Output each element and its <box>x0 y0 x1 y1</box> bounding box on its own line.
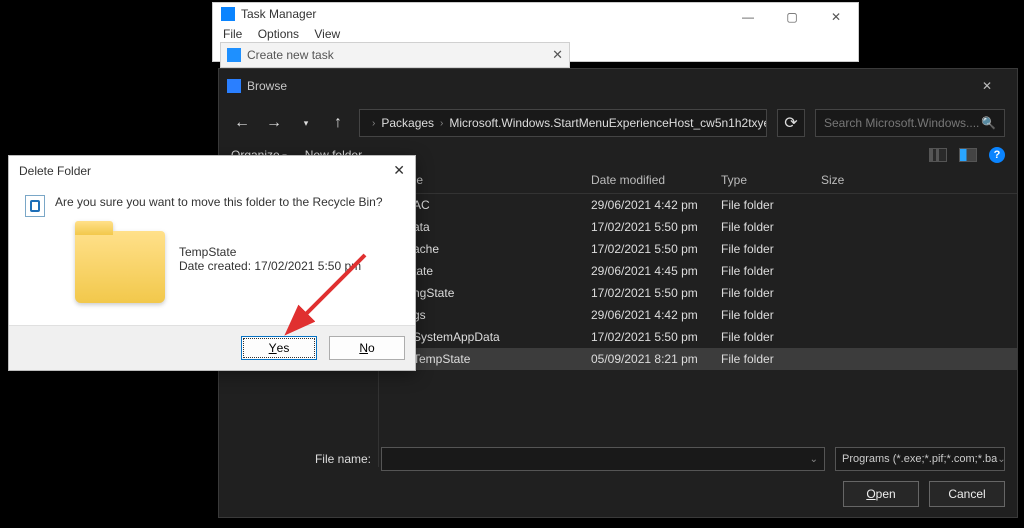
menu-view[interactable]: View <box>314 27 340 41</box>
task-manager-icon <box>221 7 235 21</box>
filename-label: File name: <box>231 452 371 466</box>
run-icon <box>227 48 241 62</box>
file-row[interactable]: tate 29/06/2021 4:45 pm File folder <box>379 260 1017 282</box>
preview-pane-button[interactable] <box>959 148 977 162</box>
recent-button[interactable]: ▾ <box>295 112 317 134</box>
open-button[interactable]: Open <box>843 481 919 507</box>
file-type-filter[interactable]: Programs (*.exe;*.pif;*.com;*.ba⌄ <box>835 447 1005 471</box>
breadcrumb-current[interactable]: Microsoft.Windows.StartMenuExperienceHos… <box>449 116 767 130</box>
create-new-task-window: Create new task ✕ <box>220 42 570 68</box>
menu-file[interactable]: File <box>223 27 242 41</box>
file-row[interactable]: gs 29/06/2021 4:42 pm File folder <box>379 304 1017 326</box>
no-button[interactable]: No <box>329 336 405 360</box>
file-date: 05/09/2021 8:21 pm <box>591 352 721 366</box>
file-name: tate <box>413 264 433 278</box>
file-date: 29/06/2021 4:42 pm <box>591 308 721 322</box>
cancel-button[interactable]: Cancel <box>929 481 1005 507</box>
chevron-right-icon: › <box>440 118 443 129</box>
col-type[interactable]: Type <box>721 173 821 187</box>
file-type: File folder <box>721 308 821 322</box>
search-input[interactable]: Search Microsoft.Windows.... 🔍 <box>815 109 1005 137</box>
column-headers: Name Date modified Type Size <box>379 167 1017 194</box>
browse-icon <box>227 79 241 93</box>
browse-title: Browse <box>247 79 287 93</box>
dialog-title: Delete Folder <box>19 164 91 178</box>
file-date: 17/02/2021 5:50 pm <box>591 220 721 234</box>
file-row[interactable]: SystemAppData 17/02/2021 5:50 pm File fo… <box>379 326 1017 348</box>
up-button[interactable]: ↑ <box>327 112 349 134</box>
file-type: File folder <box>721 242 821 256</box>
back-button[interactable]: ← <box>231 112 253 134</box>
close-button[interactable]: ✕ <box>814 3 858 31</box>
minimize-button[interactable]: — <box>726 3 770 31</box>
file-type: File folder <box>721 198 821 212</box>
filter-text: Programs (*.exe;*.pif;*.com;*.ba <box>842 453 997 465</box>
close-icon[interactable]: ✕ <box>552 47 563 63</box>
menu-options[interactable]: Options <box>258 27 299 41</box>
filename-input[interactable]: ⌄ <box>381 447 825 471</box>
address-bar[interactable]: › Packages › Microsoft.Windows.StartMenu… <box>359 109 767 137</box>
file-type: File folder <box>721 330 821 344</box>
maximize-button[interactable]: ▢ <box>770 3 814 31</box>
delete-folder-dialog: Delete Folder ✕ Are you sure you want to… <box>8 155 416 371</box>
forward-button[interactable]: → <box>263 112 285 134</box>
file-name: ngState <box>413 286 454 300</box>
dialog-question: Are you sure you want to move this folde… <box>55 195 383 209</box>
chevron-right-icon: › <box>372 118 375 129</box>
file-date: 29/06/2021 4:42 pm <box>591 198 721 212</box>
dialog-date-created: Date created: 17/02/2021 5:50 pm <box>179 259 361 273</box>
dialog-close-button[interactable]: ✕ <box>393 162 405 179</box>
file-type: File folder <box>721 220 821 234</box>
file-type: File folder <box>721 352 821 366</box>
file-row[interactable]: ache 17/02/2021 5:50 pm File folder <box>379 238 1017 260</box>
file-date: 17/02/2021 5:50 pm <box>591 330 721 344</box>
folder-large-icon <box>75 231 165 303</box>
file-list: Name Date modified Type Size AC 29/06/20… <box>379 167 1017 467</box>
file-type: File folder <box>721 286 821 300</box>
recycle-bin-icon <box>25 195 45 217</box>
col-size[interactable]: Size <box>821 173 891 187</box>
file-date: 17/02/2021 5:50 pm <box>591 242 721 256</box>
file-row[interactable]: ngState 17/02/2021 5:50 pm File folder <box>379 282 1017 304</box>
file-row[interactable]: ata 17/02/2021 5:50 pm File folder <box>379 216 1017 238</box>
create-new-task-title: Create new task <box>247 48 334 62</box>
col-date[interactable]: Date modified <box>591 173 721 187</box>
dialog-folder-name: TempState <box>179 245 361 259</box>
col-name[interactable]: Name <box>391 173 591 187</box>
file-row[interactable]: AC 29/06/2021 4:42 pm File folder <box>379 194 1017 216</box>
task-manager-title: Task Manager <box>241 7 316 21</box>
search-icon: 🔍 <box>981 116 996 130</box>
file-name: TempState <box>413 352 470 366</box>
browse-close-button[interactable]: ✕ <box>965 74 1009 98</box>
file-date: 17/02/2021 5:50 pm <box>591 286 721 300</box>
file-name: SystemAppData <box>413 330 500 344</box>
help-button[interactable]: ? <box>989 147 1005 163</box>
refresh-button[interactable]: ⟳ <box>777 109 805 137</box>
breadcrumb-packages[interactable]: Packages <box>381 116 434 130</box>
file-date: 29/06/2021 4:45 pm <box>591 264 721 278</box>
file-name: ache <box>413 242 439 256</box>
search-placeholder: Search Microsoft.Windows.... <box>824 116 979 130</box>
file-type: File folder <box>721 264 821 278</box>
view-button[interactable] <box>929 148 947 162</box>
yes-button[interactable]: Yes <box>241 336 317 360</box>
file-row[interactable]: TempState 05/09/2021 8:21 pm File folder <box>379 348 1017 370</box>
navigation-bar: ← → ▾ ↑ › Packages › Microsoft.Windows.S… <box>219 103 1017 143</box>
